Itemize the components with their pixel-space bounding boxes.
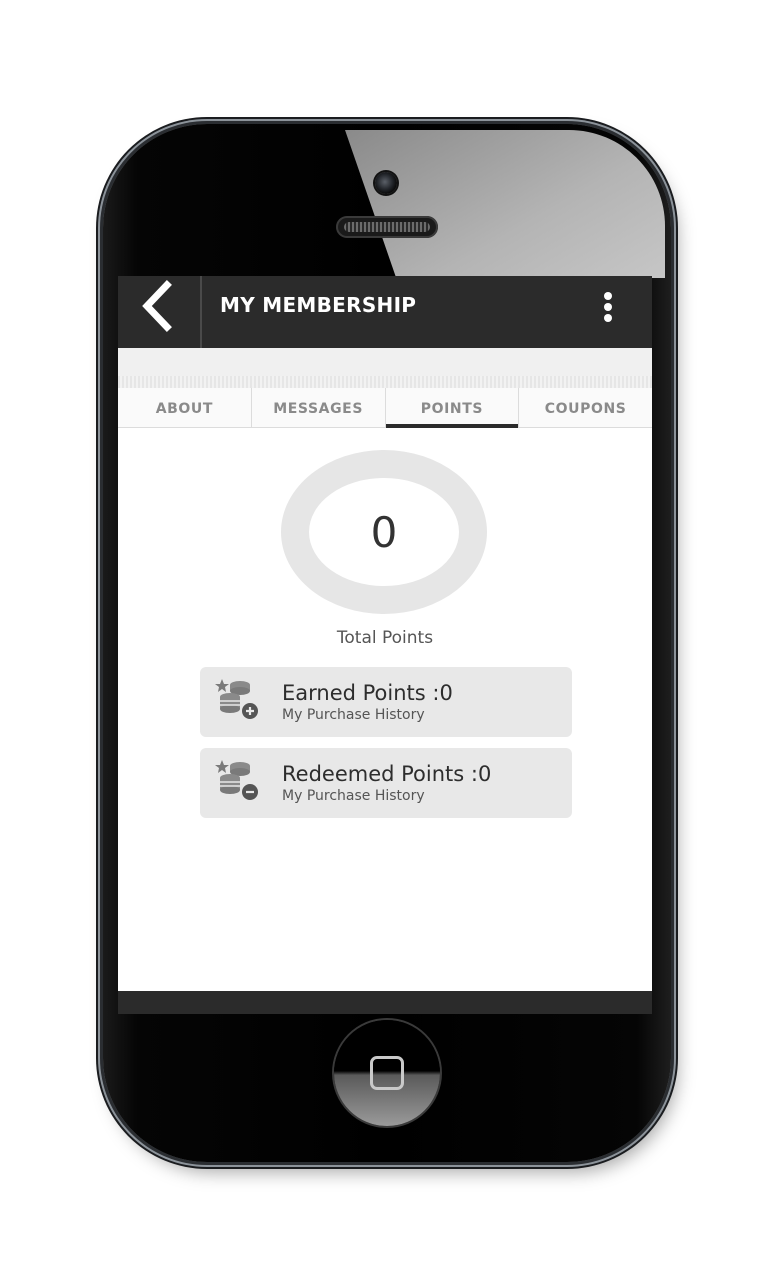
glass-glare [345,130,665,278]
header-strip [118,348,652,388]
earned-points-subtitle: My Purchase History [282,707,425,723]
tab-points[interactable]: POINTS [385,388,520,428]
points-ring: 0 [281,450,487,614]
total-points-label: Total Points [336,628,434,648]
home-square-icon [370,1056,404,1090]
tab-bar: ABOUT MESSAGES POINTS COUPONS [118,388,652,428]
coins-minus-icon [215,760,258,800]
tab-about[interactable]: ABOUT [118,388,252,427]
dot [604,303,612,311]
chevron-left-icon [142,280,172,332]
home-button[interactable] [334,1020,440,1126]
total-points-value: 0 [370,507,398,557]
mute-switch [96,290,103,342]
back-button[interactable] [118,276,202,348]
volume-up-button [96,402,103,446]
dot [604,314,612,322]
coins-plus-icon [215,679,258,719]
tab-coupons[interactable]: COUPONS [519,388,652,427]
bottom-bar [118,991,652,1014]
page-title: MY MEMBERSHIP [220,293,417,317]
app-screen: MY MEMBERSHIP ABOUT MESSAGES POINTS COUP… [118,276,652,1014]
front-camera [375,172,397,194]
overflow-menu-button[interactable] [598,292,618,326]
dot [604,292,612,300]
earpiece-speaker [336,216,438,238]
earned-points-title: Earned Points :0 [282,681,453,705]
volume-down-button [96,502,103,546]
redeemed-points-card[interactable]: Redeemed Points :0 My Purchase History [200,748,572,818]
redeemed-points-subtitle: My Purchase History [282,788,425,804]
earned-points-card[interactable]: Earned Points :0 My Purchase History [200,667,572,737]
tab-messages[interactable]: MESSAGES [252,388,386,427]
top-bar: MY MEMBERSHIP [118,276,652,348]
redeemed-points-title: Redeemed Points :0 [282,762,492,786]
